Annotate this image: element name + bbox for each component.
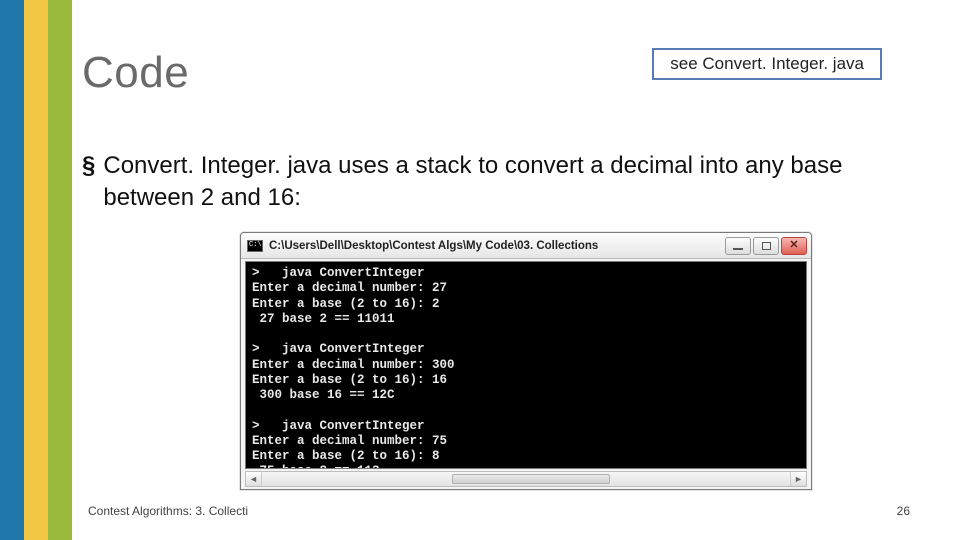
window-title: C:\Users\Dell\Desktop\Contest Algs\My Co…: [269, 240, 725, 252]
accent-bar-green: [48, 0, 72, 540]
accent-bar-gap: [72, 0, 82, 540]
footer-text: Contest Algorithms: 3. Collecti: [88, 504, 248, 518]
minimize-button[interactable]: [725, 237, 751, 255]
bullet-text: Convert. Integer. java uses a stack to c…: [103, 150, 920, 215]
page-number: 26: [897, 504, 910, 518]
scroll-thumb[interactable]: [452, 474, 610, 484]
scroll-track[interactable]: [262, 472, 790, 486]
horizontal-scrollbar[interactable]: ◄ ►: [245, 471, 807, 487]
reference-box: see Convert. Integer. java: [652, 48, 882, 80]
close-button[interactable]: [781, 237, 807, 255]
accent-bar-blue: [0, 0, 24, 540]
console-output: > java ConvertInteger Enter a decimal nu…: [245, 261, 807, 469]
cmd-icon: [247, 240, 263, 252]
slide: Code see Convert. Integer. java § Conver…: [0, 0, 960, 540]
window-buttons: [725, 237, 807, 255]
console-window: C:\Users\Dell\Desktop\Contest Algs\My Co…: [240, 232, 812, 490]
scroll-left-button[interactable]: ◄: [246, 472, 262, 486]
scroll-right-button[interactable]: ►: [790, 472, 806, 486]
window-titlebar: C:\Users\Dell\Desktop\Contest Algs\My Co…: [241, 233, 811, 259]
bullet-list: § Convert. Integer. java uses a stack to…: [82, 150, 920, 215]
bullet-marker: §: [82, 150, 95, 215]
bullet-item: § Convert. Integer. java uses a stack to…: [82, 150, 920, 215]
maximize-button[interactable]: [753, 237, 779, 255]
slide-title: Code: [82, 48, 189, 98]
accent-bar-yellow: [24, 0, 48, 540]
